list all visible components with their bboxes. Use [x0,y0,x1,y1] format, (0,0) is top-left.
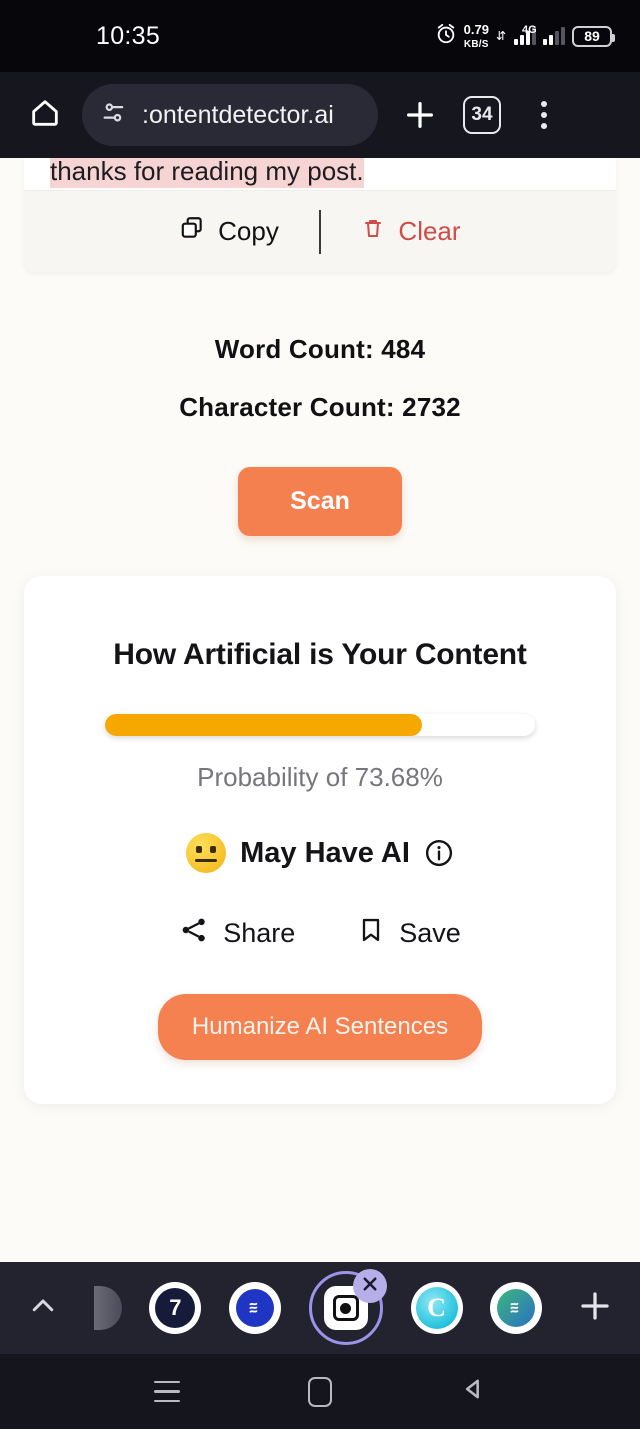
network-type-label: 4G [522,24,537,36]
android-navigation-bar [0,1354,640,1429]
status-clock: 10:35 [96,21,161,50]
battery-level: 89 [584,28,600,44]
status-bar: 10:35 0.79 KB/S ⇵ 4G 89 [0,0,640,72]
save-button[interactable]: Save [357,916,461,951]
alarm-clock-icon [435,23,457,50]
copy-icon [179,215,205,248]
info-circle-icon[interactable] [424,838,454,868]
battery-indicator: 89 [572,25,615,47]
share-button[interactable]: Share [179,915,295,952]
save-label: Save [399,918,461,948]
close-tab-button[interactable] [352,1269,387,1303]
probability-label: Probability of 73.68% [197,762,443,792]
new-tab-button[interactable] [396,91,444,139]
network-speed-value: 0.79 [463,21,489,37]
tab-switcher-button[interactable]: 34 [458,91,506,139]
expand-tabs-button[interactable] [20,1291,66,1326]
text-editor-card: thanks for reading my post. Copy Clear [24,158,616,272]
signal-strength-secondary [543,27,565,45]
page-info-sliders-icon[interactable] [100,99,128,132]
result-card: How Artificial is Your Content Probabili… [24,576,616,1104]
ai-probability-fill [105,714,422,736]
editor-text-snippet: thanks for reading my post. [24,158,616,190]
scan-section: Scan [0,467,640,536]
home-icon [28,96,62,135]
tab-favicon-steemit-green[interactable] [490,1282,543,1334]
neutral-face-emoji [186,833,227,873]
humanize-ai-sentences-button[interactable]: Humanize AI Sentences [157,994,483,1060]
verdict-label: May Have AI [240,836,410,869]
tab-badge-c: C [415,1287,458,1329]
address-bar[interactable]: :ontentdetector.ai [82,84,378,146]
editor-action-bar: Copy Clear [24,190,616,272]
network-speed-unit: KB/S [463,38,489,50]
status-indicators: 0.79 KB/S ⇵ 4G 89 [435,23,615,50]
tab-count-badge: 34 [463,96,501,134]
home-square-icon [307,1376,332,1407]
scan-button[interactable]: Scan [238,467,402,536]
copy-label: Copy [218,216,279,246]
tab-badge-seven: 7 [155,1288,196,1328]
network-speed: 0.79 KB/S [464,23,489,50]
steemit-logo-icon [236,1289,275,1327]
tab-favicon-cyan-c[interactable]: C [410,1282,463,1334]
plus-icon [577,1288,613,1329]
browser-toolbar: :ontentdetector.ai 34 [0,72,640,158]
character-count: Character Count: 2732 [179,392,461,422]
browser-menu-button[interactable] [520,91,568,139]
share-save-row: Share Save [58,915,582,952]
back-triangle-icon [459,1375,487,1408]
address-bar-url: :ontentdetector.ai [142,100,334,129]
kebab-menu-icon [541,101,547,129]
tab-strip: 7 C [0,1262,640,1354]
recents-hamburger-icon [153,1380,180,1403]
clear-label: Clear [398,216,461,246]
bookmark-icon [357,916,385,951]
highlighted-sentence: thanks for reading my post. [50,158,364,188]
tab-favicon-active[interactable] [308,1269,387,1345]
add-tab-button[interactable] [570,1288,620,1329]
recents-button[interactable] [137,1366,197,1418]
word-count: Word Count: 484 [214,334,426,364]
verdict-row: May Have AI [58,833,582,873]
trash-icon [361,216,385,247]
phone-screen: 10:35 0.79 KB/S ⇵ 4G 89:ontentdetector.… [0,0,640,1429]
share-nodes-icon [179,915,209,952]
ai-probability-progressbar [105,714,535,736]
back-button[interactable] [443,1366,503,1418]
steemit-logo-green-icon [497,1289,536,1327]
humanize-section: Humanize AI Sentences [58,994,582,1060]
share-label: Share [223,918,296,948]
partial-tab-indicator[interactable] [93,1286,122,1330]
home-button-nav[interactable] [290,1366,350,1418]
tab-favicon-steemit-blue[interactable] [229,1282,282,1334]
home-button[interactable] [22,92,68,138]
signal-strength-primary: 4G [514,24,537,45]
data-arrows-icon: ⇵ [495,29,506,43]
counts-section: Word Count: 484 Character Count: 2732 [0,334,640,423]
chevron-up-icon [28,1291,58,1326]
tab-favicon-seven[interactable]: 7 [149,1282,202,1334]
web-page-content: thanks for reading my post. Copy Clear W… [0,158,640,1262]
clear-button[interactable]: Clear [321,216,501,247]
copy-button[interactable]: Copy [139,215,319,248]
close-x-icon [361,1275,379,1298]
result-title: How Artificial is Your Content [113,638,527,671]
